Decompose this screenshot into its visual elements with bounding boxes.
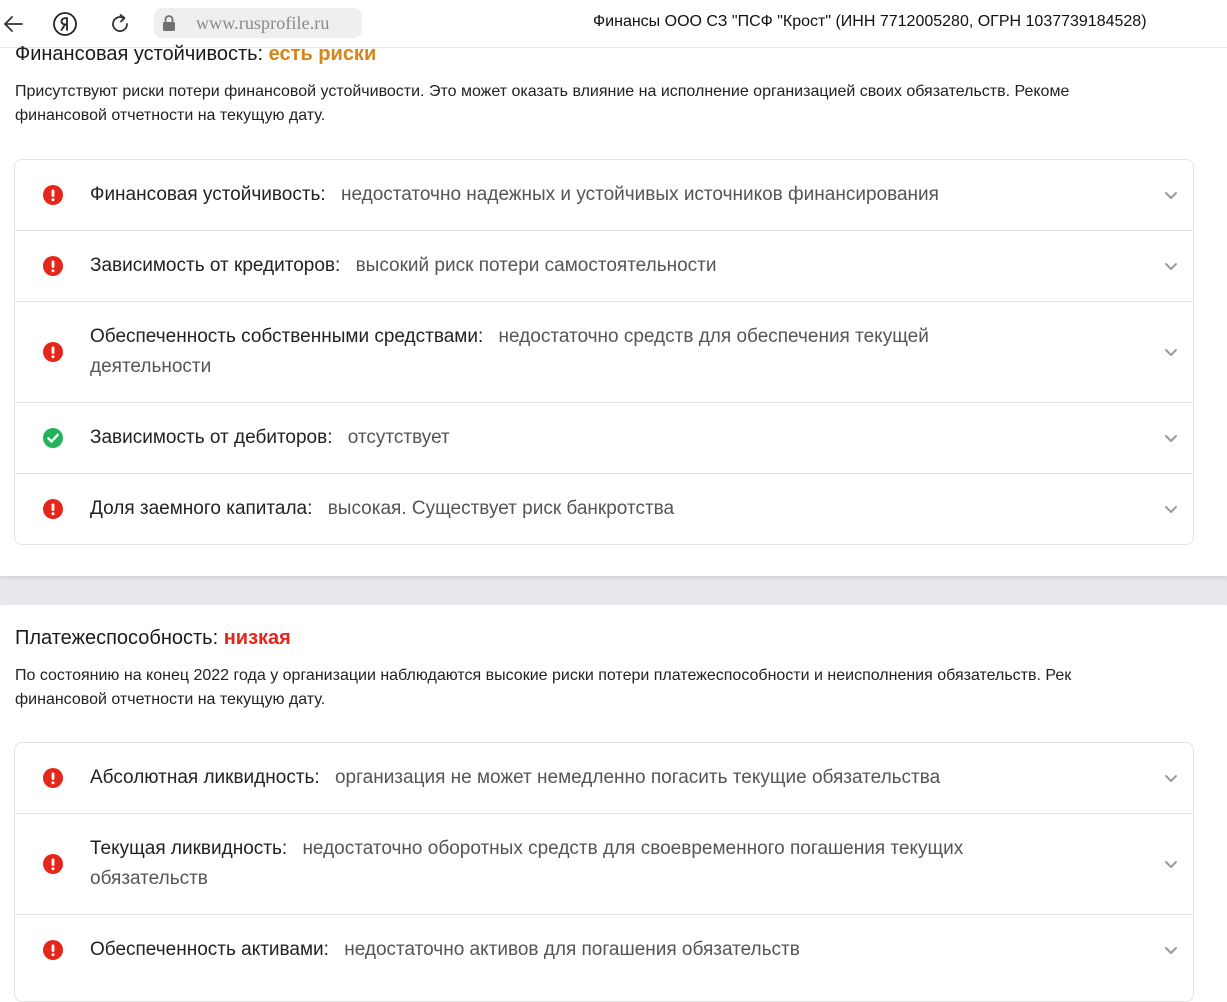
yandex-logo-icon bbox=[53, 12, 77, 36]
section-title: Платежеспособность: низкая bbox=[15, 627, 291, 650]
chevron-down-icon[interactable] bbox=[1163, 771, 1179, 785]
indicator-row[interactable]: Обеспеченность активами: недостаточно ак… bbox=[15, 915, 1193, 985]
indicator-label: Обеспеченность собственными средствами: bbox=[90, 326, 484, 347]
indicator-row[interactable]: Доля заемного капитала: высокая. Существ… bbox=[15, 474, 1193, 544]
reload-icon bbox=[112, 14, 128, 32]
indicator-row[interactable]: Абсолютная ликвидность: организация не м… bbox=[15, 743, 1193, 814]
indicator-label: Зависимость от дебиторов: bbox=[90, 427, 333, 448]
status-badge: есть риски bbox=[268, 43, 377, 65]
indicators-card: Финансовая устойчивость: недостаточно на… bbox=[14, 159, 1194, 545]
chevron-down-icon[interactable] bbox=[1163, 857, 1179, 871]
alert-icon bbox=[43, 499, 63, 519]
alert-icon bbox=[43, 342, 63, 362]
lock-icon bbox=[154, 8, 184, 38]
section-title-label: Платежеспособность: bbox=[15, 627, 219, 649]
indicator-value: высокий риск потери самостоятельности bbox=[355, 255, 717, 276]
financial-stability-section: Финансовая устойчивость: есть риски Прис… bbox=[0, 43, 1227, 576]
indicator-value: недостаточно активов для погашения обяза… bbox=[344, 939, 800, 960]
reload-button[interactable] bbox=[107, 11, 133, 37]
description-line: Присутствуют риски потери финансовой уст… bbox=[15, 83, 1070, 100]
indicator-label: Зависимость от кредиторов: bbox=[90, 255, 341, 276]
alert-icon bbox=[43, 256, 63, 276]
description-line: По состоянию на конец 2022 года у органи… bbox=[15, 667, 1072, 684]
alert-icon bbox=[43, 940, 63, 960]
url-text: www.rusprofile.ru bbox=[196, 12, 330, 33]
yandex-button[interactable] bbox=[52, 11, 78, 37]
alert-icon bbox=[43, 854, 63, 874]
indicators-card: Абсолютная ликвидность: организация не м… bbox=[14, 742, 1194, 1002]
indicator-label: Финансовая устойчивость: bbox=[90, 184, 326, 205]
address-bar[interactable]: www.rusprofile.ru bbox=[154, 8, 362, 38]
alert-icon bbox=[43, 185, 63, 205]
status-badge: низкая bbox=[223, 627, 291, 649]
indicator-label: Обеспеченность активами: bbox=[90, 939, 329, 960]
section-title: Финансовая устойчивость: есть риски bbox=[15, 43, 376, 66]
indicator-row[interactable]: Обеспеченность собственными средствами: … bbox=[15, 302, 1193, 403]
indicator-row[interactable]: Финансовая устойчивость: недостаточно на… bbox=[15, 160, 1193, 231]
indicator-label: Абсолютная ликвидность: bbox=[90, 767, 320, 788]
back-button[interactable] bbox=[0, 10, 26, 38]
chevron-down-icon[interactable] bbox=[1163, 188, 1179, 202]
description-line: финансовой отчетности на текущую дату. bbox=[15, 691, 326, 708]
indicator-value: высокая. Существует риск банкротства bbox=[327, 498, 675, 519]
browser-toolbar: www.rusprofile.ru Финансы ООО СЗ "ПСФ "К… bbox=[0, 0, 1227, 48]
solvency-section: Платежеспособность: низкая По состоянию … bbox=[0, 605, 1227, 1002]
section-description: По состоянию на конец 2022 года у органи… bbox=[15, 664, 1227, 712]
arrow-left-icon bbox=[4, 16, 23, 32]
indicator-value: недостаточно надежных и устойчивых источ… bbox=[340, 184, 939, 205]
description-line: финансовой отчетности на текущую дату. bbox=[15, 107, 326, 124]
indicator-row[interactable]: Зависимость от кредиторов: высокий риск … bbox=[15, 231, 1193, 302]
indicator-value: отсутствует bbox=[347, 427, 450, 448]
indicator-row[interactable]: Текущая ликвидность: недостаточно оборот… bbox=[15, 814, 1193, 915]
alert-icon bbox=[43, 768, 63, 788]
section-description: Присутствуют риски потери финансовой уст… bbox=[15, 80, 1227, 128]
chevron-down-icon[interactable] bbox=[1163, 345, 1179, 359]
indicator-label: Текущая ликвидность: bbox=[90, 838, 288, 859]
indicator-label: Доля заемного капитала: bbox=[90, 498, 313, 519]
chevron-down-icon[interactable] bbox=[1163, 502, 1179, 516]
section-divider bbox=[0, 576, 1227, 605]
chevron-down-icon[interactable] bbox=[1163, 259, 1179, 273]
indicator-row[interactable]: Зависимость от дебиторов: отсутствует bbox=[15, 403, 1193, 474]
check-icon bbox=[43, 428, 63, 448]
section-title-label: Финансовая устойчивость: bbox=[15, 43, 264, 65]
chevron-down-icon[interactable] bbox=[1163, 431, 1179, 445]
indicator-value: организация не может немедленно погасить… bbox=[334, 767, 941, 788]
page-tab-title: Финансы ООО СЗ "ПСФ "Крост" (ИНН 7712005… bbox=[593, 13, 1147, 30]
chevron-down-icon[interactable] bbox=[1163, 943, 1179, 957]
